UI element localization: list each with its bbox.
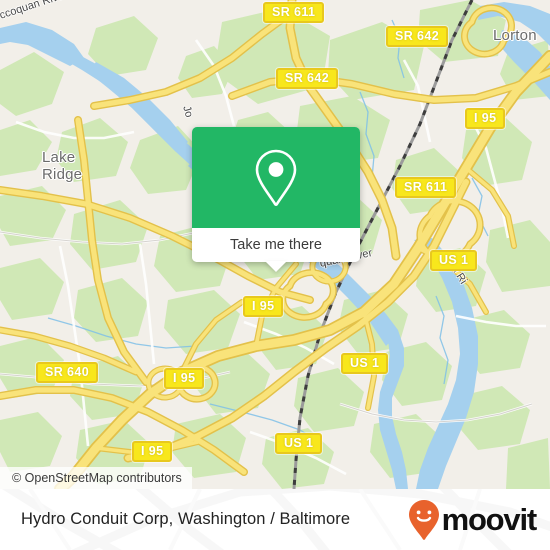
shield-i-95-left[interactable]: I 95 bbox=[164, 368, 205, 389]
location-title: Hydro Conduit Corp, Washington / Baltimo… bbox=[21, 510, 351, 528]
popup-image-area bbox=[192, 127, 360, 228]
shield-sr-642-top-right[interactable]: SR 642 bbox=[386, 26, 449, 47]
shield-sr-611-right[interactable]: SR 611 bbox=[395, 177, 457, 198]
location-popup[interactable]: Take me there bbox=[192, 127, 360, 272]
map-pin-icon bbox=[255, 149, 297, 206]
footer-bar: Hydro Conduit Corp, Washington / Baltimo… bbox=[0, 489, 550, 550]
shield-us-1-bottom[interactable]: US 1 bbox=[275, 433, 323, 454]
map-canvas[interactable]: Lake Ridge Lorton ccoquan River Jo quan … bbox=[0, 0, 550, 489]
moovit-brand-logo[interactable]: moovit bbox=[407, 499, 538, 541]
moovit-smile-pin-icon bbox=[408, 499, 439, 540]
osm-attribution[interactable]: © OpenStreetMap contributors bbox=[0, 467, 192, 489]
shield-i-95-right[interactable]: I 95 bbox=[465, 108, 506, 129]
popup-pointer-tail bbox=[265, 261, 287, 272]
shield-sr-642-mid[interactable]: SR 642 bbox=[276, 68, 339, 89]
shield-i-95-bottom[interactable]: I 95 bbox=[132, 441, 173, 462]
shield-us-1-center[interactable]: US 1 bbox=[341, 353, 389, 374]
shield-sr-611-top[interactable]: SR 611 bbox=[263, 2, 325, 23]
take-me-there-button[interactable]: Take me there bbox=[192, 228, 360, 262]
footer-content: Hydro Conduit Corp, Washington / Baltimo… bbox=[0, 489, 550, 550]
shield-us-1-right[interactable]: US 1 bbox=[430, 250, 478, 271]
shield-sr-640-left[interactable]: SR 640 bbox=[36, 362, 99, 383]
map-screenshot: Lake Ridge Lorton ccoquan River Jo quan … bbox=[0, 0, 550, 550]
shield-i-95-center[interactable]: I 95 bbox=[243, 296, 284, 317]
moovit-wordmark: moovit bbox=[441, 502, 538, 537]
